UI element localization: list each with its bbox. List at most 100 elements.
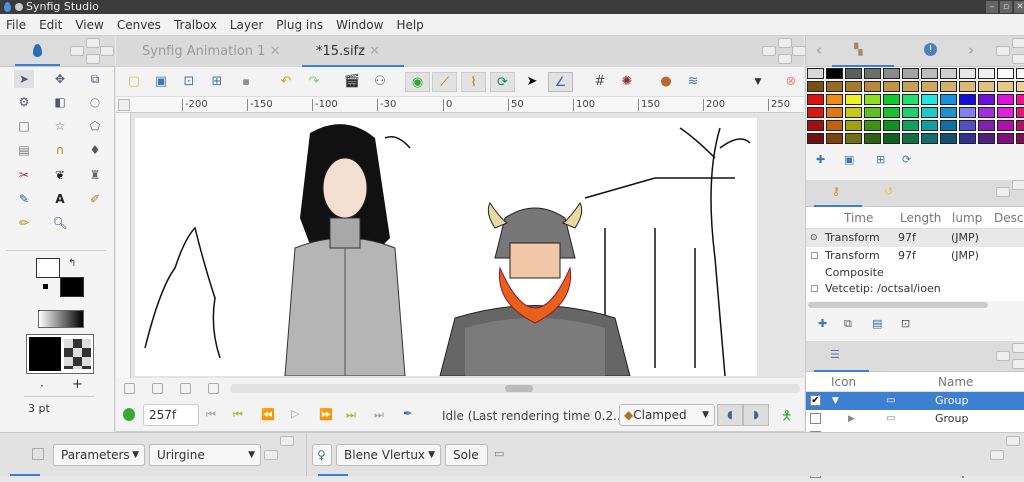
palette-swatch[interactable] — [807, 68, 824, 79]
palette-swatch[interactable] — [1016, 133, 1024, 144]
palette-swatch[interactable] — [978, 133, 995, 144]
palette-swatch[interactable] — [883, 94, 900, 105]
animation-mode-icon[interactable] — [123, 408, 135, 421]
dock-handle-icon[interactable] — [100, 46, 114, 56]
palette-swatch[interactable] — [845, 94, 862, 105]
render-pen-icon[interactable]: ✒ — [403, 407, 412, 420]
column-header-description[interactable]: Desc — [994, 211, 1023, 225]
palette-swatch[interactable] — [940, 133, 957, 144]
animation-figure-icon[interactable]: 🯅 — [781, 407, 792, 429]
palette-swatch[interactable] — [864, 68, 881, 79]
dock-handle-icon[interactable] — [70, 46, 84, 56]
table-row[interactable]: ▢ Vetcetip: /octsal/ioen — [806, 280, 1024, 298]
save-icon[interactable]: ▣ — [151, 72, 171, 92]
layer-visibility-checkbox[interactable]: ✔ — [810, 395, 821, 406]
tangent-handles-icon[interactable]: ⌇ — [461, 72, 486, 92]
current-frame-field[interactable]: 257f — [143, 404, 199, 426]
rectangle-tool-icon[interactable]: □ — [14, 117, 34, 135]
palette-swatch[interactable] — [978, 120, 995, 131]
palette-swatch[interactable] — [1016, 94, 1024, 105]
blend-method-dropdown[interactable]: Blene Vlertux ▼ — [336, 444, 441, 466]
palette-swatch[interactable] — [978, 68, 995, 79]
menu-edit[interactable]: Edit — [39, 18, 62, 32]
history-icon[interactable]: ↺ — [884, 185, 893, 198]
palette-swatch[interactable] — [940, 107, 957, 118]
background-icon[interactable]: ≋ — [683, 72, 703, 92]
params-panel-icon[interactable] — [32, 448, 44, 460]
dock-handle-icon[interactable] — [264, 450, 278, 460]
interpolation-dropdown[interactable]: ◆Clamped ▼ — [619, 404, 715, 426]
add-keyframe-icon[interactable]: ✚ — [818, 317, 827, 330]
table-row[interactable]: ▢ Transform 97f (JMP) — [806, 247, 1024, 265]
close-tab-icon[interactable]: ✕ — [369, 44, 380, 59]
library-icon[interactable]: ♀ — [312, 444, 332, 466]
grid-icon[interactable]: # — [590, 72, 610, 92]
palette-swatch[interactable] — [978, 81, 995, 92]
palette-swatch[interactable] — [921, 120, 938, 131]
column-header-name[interactable]: Name — [938, 375, 973, 389]
close-tab-icon[interactable]: ✕ — [270, 44, 281, 59]
column-header-icon[interactable]: Icon — [831, 375, 856, 389]
palette-swatch[interactable] — [921, 107, 938, 118]
spline-tool-icon[interactable]: ∩ — [50, 141, 70, 159]
origin-dropdown[interactable]: Urirgine ▼ — [149, 444, 261, 466]
transform-tool-icon[interactable]: ➤ — [14, 70, 34, 88]
chevron-left-icon[interactable]: ‹ — [816, 41, 822, 59]
palette-swatch[interactable] — [902, 133, 919, 144]
palette-swatch[interactable] — [940, 81, 957, 92]
open-palette-icon[interactable]: ▣ — [844, 153, 854, 166]
decrease-size-button[interactable]: · — [40, 379, 44, 393]
keyframes-icon[interactable]: ⚷ — [832, 185, 840, 198]
swap-colors-icon[interactable]: ↰ — [68, 258, 76, 269]
palette-swatch[interactable] — [978, 94, 995, 105]
palette-swatch[interactable] — [959, 120, 976, 131]
palette-swatch[interactable] — [826, 81, 843, 92]
table-row[interactable]: ⊙ Transform 97f (JMP) — [806, 229, 1024, 247]
column-header-length[interactable]: Length — [900, 211, 941, 225]
save-palette-icon[interactable]: ⊞ — [876, 153, 885, 166]
import-icon[interactable]: ▦ — [236, 72, 256, 92]
palette-swatch[interactable] — [826, 120, 843, 131]
past-keyframes-lock-icon[interactable]: ◖ — [717, 404, 743, 426]
dock-handle-icon[interactable] — [778, 54, 792, 64]
dock-handle-icon[interactable] — [1012, 343, 1024, 353]
palette-swatch[interactable] — [845, 133, 862, 144]
palette-swatch[interactable] — [1016, 120, 1024, 131]
palette-swatch[interactable] — [845, 68, 862, 79]
palette-swatch[interactable] — [883, 133, 900, 144]
remove-keyframe-icon[interactable]: ▤ — [872, 317, 882, 330]
menu-plugins[interactable]: Plug ins — [276, 18, 323, 32]
layers-icon[interactable]: ☰ — [830, 348, 840, 361]
palette-swatch[interactable] — [864, 133, 881, 144]
scale-tool-icon[interactable]: ⧉ — [85, 70, 105, 88]
future-keyframes-lock-icon[interactable]: ◗ — [743, 404, 769, 426]
palette-swatch[interactable] — [807, 94, 824, 105]
palette-swatch[interactable] — [883, 81, 900, 92]
seek-begin-icon[interactable]: ⏮ — [206, 408, 216, 422]
palette-swatch[interactable] — [826, 107, 843, 118]
expander-open-icon[interactable]: ▼ — [832, 392, 839, 410]
toolbar-overflow-icon[interactable]: ▼ — [748, 72, 768, 92]
guides-icon[interactable]: ∠ — [548, 72, 573, 92]
menu-canvas[interactable]: Cenves — [117, 18, 161, 32]
zoom-tool-icon[interactable]: 🔍︎ — [50, 214, 70, 232]
outline-color-swatch[interactable] — [36, 258, 60, 278]
dock-handle-icon[interactable] — [1012, 54, 1024, 64]
info-icon[interactable]: ! — [924, 43, 937, 56]
preview-icon[interactable]: ⚇ — [370, 72, 390, 92]
palette-swatch[interactable] — [845, 81, 862, 92]
layer-row[interactable]: ✔ ▼ ▭ Group — [806, 392, 1024, 410]
palette-swatch[interactable] — [940, 68, 957, 79]
palette-swatch[interactable] — [864, 81, 881, 92]
seek-end-icon[interactable]: ⏭ — [374, 408, 384, 422]
dock-handle-icon[interactable] — [86, 54, 100, 64]
palette-swatch[interactable] — [959, 107, 976, 118]
text-tool-icon[interactable]: A — [50, 190, 70, 208]
menu-view[interactable]: View — [75, 18, 103, 32]
layer-row[interactable]: ▶ ▭ Group — [806, 410, 1024, 428]
render-icon[interactable]: 🎬︎ — [342, 72, 362, 92]
dock-handle-icon[interactable] — [1012, 180, 1024, 190]
maximize-button[interactable]: ▫ — [1000, 1, 1012, 13]
undo-icon[interactable]: ↶ — [276, 72, 296, 92]
increase-size-button[interactable]: + — [72, 377, 83, 392]
